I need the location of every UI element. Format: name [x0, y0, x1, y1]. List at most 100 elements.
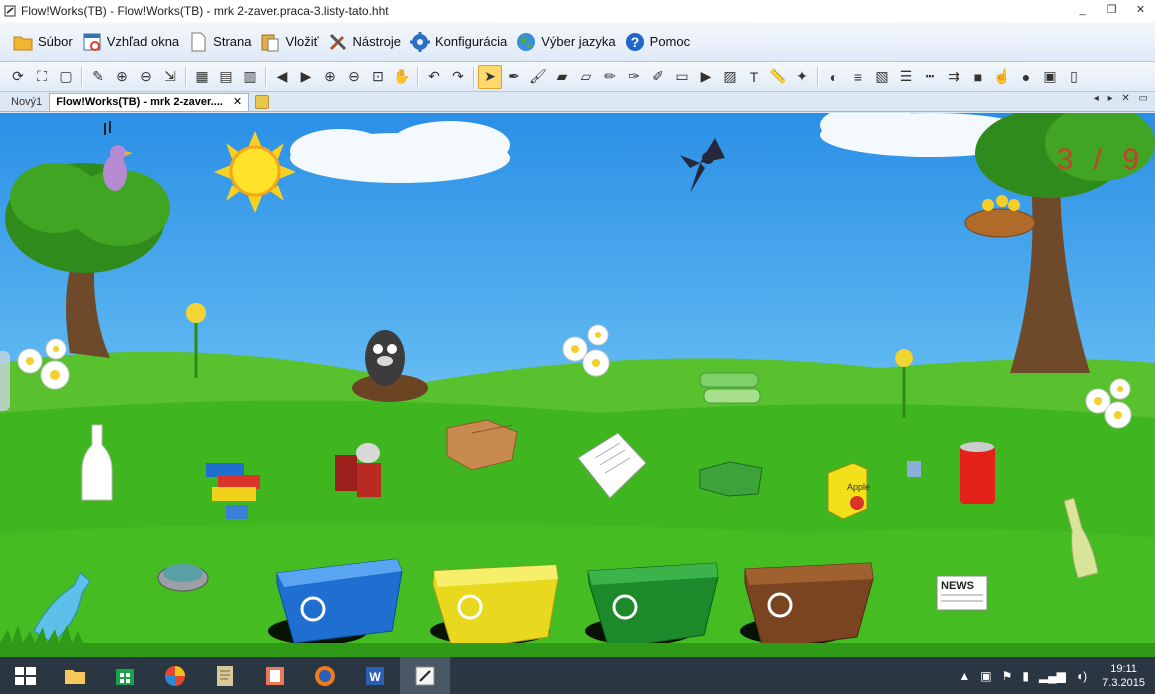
ruler-icon[interactable]: 📏	[766, 65, 790, 89]
flag-icon[interactable]: ⚑	[1002, 669, 1013, 683]
help-icon: ?	[625, 32, 644, 51]
volume-icon[interactable]: ◖)	[1076, 669, 1087, 683]
side-panel-handle[interactable]	[0, 351, 10, 411]
edit-icon[interactable]: ✎	[86, 65, 110, 89]
whiteboard-canvas[interactable]: Apple NEWS 3 / 9	[0, 113, 1155, 657]
next-page-icon[interactable]: ▶	[294, 65, 318, 89]
taskbar-notes[interactable]	[200, 657, 250, 694]
window-title: Flow!Works(TB) - Flow!Works(TB) - mrk 2-…	[21, 4, 389, 18]
video-icon[interactable]: ▶	[694, 65, 718, 89]
image-icon[interactable]: ▨	[718, 65, 742, 89]
zoom-fit-icon[interactable]: ⊡	[366, 65, 390, 89]
delete-page-icon[interactable]: ⊖	[134, 65, 158, 89]
toolbar-separator	[817, 66, 819, 87]
clock[interactable]: 19:11 7.3.2015	[1092, 662, 1155, 690]
refresh-icon[interactable]: ⟳	[6, 65, 30, 89]
cloud	[290, 121, 510, 183]
new-page-icon[interactable]: ⊕	[110, 65, 134, 89]
menu-strana[interactable]: Strana	[185, 27, 257, 57]
dashes-icon[interactable]: ┅	[918, 65, 942, 89]
tab-current-document[interactable]: Flow!Works(TB) - mrk 2-zaver.... ✕	[49, 93, 250, 111]
taskbar-file-explorer[interactable]	[50, 657, 100, 694]
save-page-icon[interactable]: ▤	[214, 65, 238, 89]
colors-icon[interactable]: ●	[1014, 65, 1038, 89]
palette-icon[interactable]: ◐	[822, 65, 846, 89]
camera-icon[interactable]: ■	[966, 65, 990, 89]
new-tab-icon[interactable]	[255, 95, 270, 109]
list-icon[interactable]: ☰	[894, 65, 918, 89]
image-page-icon[interactable]: ▦	[190, 65, 214, 89]
bin-yellow	[432, 564, 559, 652]
tray-expand-icon[interactable]: ▲	[958, 669, 970, 683]
menu-label: Výber jazyka	[541, 34, 616, 49]
bird-swallow	[680, 138, 725, 193]
broken-bottle	[699, 461, 763, 497]
tab-label: Flow!Works(TB) - mrk 2-zaver....	[56, 96, 223, 108]
hand-pointer-icon[interactable]: ☝	[990, 65, 1014, 89]
hatch-icon[interactable]: ▧	[870, 65, 894, 89]
import-page-icon[interactable]: ⇲	[158, 65, 182, 89]
eraser-icon[interactable]: ▭	[670, 65, 694, 89]
pencil-icon[interactable]: ✏	[598, 65, 622, 89]
menu-label: Nástroje	[352, 34, 401, 49]
signal-icon[interactable]: ▂▄▆	[1039, 669, 1066, 683]
minimize-button[interactable]: _	[1068, 0, 1097, 22]
small-can	[907, 461, 921, 477]
taskbar-powerpoint[interactable]	[250, 657, 300, 694]
network-icon[interactable]: ▣	[980, 669, 991, 683]
menu-nastroje[interactable]: Nástroje	[325, 27, 407, 57]
juice-box: Apple	[827, 462, 870, 520]
menu-vzhlad-okna[interactable]: Vzhľad okna	[79, 27, 185, 57]
marker-icon[interactable]: ▰	[550, 65, 574, 89]
notes-icon	[217, 665, 233, 686]
pan-hand-icon[interactable]: ✋	[390, 65, 414, 89]
fullscreen-icon[interactable]: ⛶	[30, 65, 54, 89]
select-arrow-icon[interactable]: ➤	[478, 64, 502, 89]
screen-icon[interactable]: ▣	[1038, 65, 1062, 89]
phone-icon[interactable]: ▯	[1062, 65, 1086, 89]
tab-close-icon[interactable]: ✕	[233, 94, 242, 111]
undo-icon[interactable]: ↶	[422, 65, 446, 89]
menu-label: Pomoc	[649, 34, 691, 49]
brush-icon[interactable]: 🖌	[526, 65, 550, 89]
restore-button[interactable]: ❐	[1097, 0, 1126, 22]
close-button[interactable]: ✕	[1126, 0, 1155, 22]
taskbar-store[interactable]	[100, 657, 150, 694]
taskbar: W ▲ ▣ ⚑ ▮ ▂▄▆ ◖) 19:11 7.3.2015	[0, 657, 1155, 694]
bin-brown	[744, 562, 874, 650]
taskbar-firefox[interactable]	[300, 657, 350, 694]
system-tray: ▲ ▣ ⚑ ▮ ▂▄▆ ◖) 19:11 7.3.2015	[953, 657, 1155, 694]
newspaper-label: NEWS	[941, 580, 974, 592]
arrows-icon[interactable]: ⇉	[942, 65, 966, 89]
windows-start-button[interactable]	[0, 657, 50, 694]
taskbar-picasa[interactable]	[150, 657, 200, 694]
tab-novy1[interactable]: Nový1	[4, 93, 49, 111]
taskbar-flowworks[interactable]	[400, 657, 450, 694]
tab-navigation[interactable]: ◂ ▸ ✕ ▭	[1094, 93, 1151, 104]
menu-pomoc[interactable]: ? Pomoc	[622, 27, 696, 57]
menu-vyber-jazyka[interactable]: Výber jazyka	[513, 27, 621, 57]
window-icon[interactable]: ▢	[54, 65, 78, 89]
page-settings-icon[interactable]: ▥	[238, 65, 262, 89]
menu-label: Súbor	[38, 34, 73, 49]
redo-icon[interactable]: ↷	[446, 65, 470, 89]
line-style-icon[interactable]: ≡	[846, 65, 870, 89]
magic-wand-icon[interactable]: ✦	[790, 65, 814, 89]
text-icon[interactable]: T	[742, 65, 766, 89]
flowworks-icon	[415, 666, 435, 685]
store-icon	[116, 668, 134, 685]
menu-konfiguracia[interactable]: Konfigurácia	[407, 27, 513, 57]
toolbar-separator	[473, 66, 475, 87]
powerpoint-icon	[266, 666, 284, 685]
creative-pen-icon[interactable]: ✐	[646, 65, 670, 89]
fountain-pen-icon[interactable]: ✑	[622, 65, 646, 89]
menu-vlozit[interactable]: Vložiť	[257, 27, 324, 57]
zoom-in-icon[interactable]: ⊕	[318, 65, 342, 89]
zoom-out-icon[interactable]: ⊖	[342, 65, 366, 89]
taskbar-word[interactable]: W	[350, 657, 400, 694]
highlighter-icon[interactable]: ▱	[574, 65, 598, 89]
menu-subor[interactable]: Súbor	[10, 27, 79, 57]
prev-page-icon[interactable]: ◀	[270, 65, 294, 89]
pen-icon[interactable]: ✒	[502, 65, 526, 89]
battery-icon[interactable]: ▮	[1022, 669, 1029, 683]
